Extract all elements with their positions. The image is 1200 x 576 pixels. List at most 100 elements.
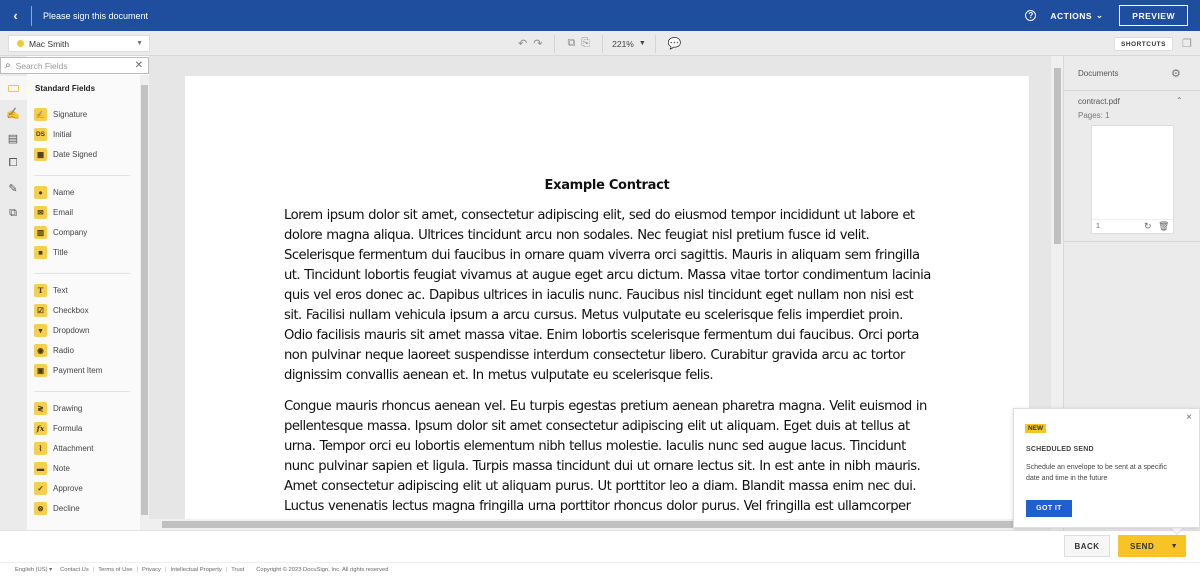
footer-link-trust[interactable]: Trust bbox=[231, 567, 244, 573]
back-button[interactable]: ‹ bbox=[0, 5, 32, 26]
field-email[interactable]: ✉ Email bbox=[34, 206, 73, 219]
send-button[interactable]: SEND ▼ bbox=[1118, 535, 1186, 557]
field-formula[interactable]: fx Formula bbox=[34, 422, 82, 435]
divider bbox=[1064, 90, 1200, 91]
field-label: Attachment bbox=[53, 444, 94, 453]
group-divider bbox=[34, 273, 130, 274]
tabs-group-icon[interactable]: ▤ bbox=[6, 131, 20, 145]
canvas-horizontal-scrollbar[interactable] bbox=[149, 519, 1014, 530]
language-select[interactable]: English (US) ▾ bbox=[15, 567, 52, 573]
scrollbar-thumb[interactable] bbox=[141, 85, 148, 515]
field-label: Dropdown bbox=[53, 326, 90, 335]
page-thumbnail[interactable]: 1 ↻ 🗑 bbox=[1091, 125, 1174, 234]
documents-heading: Documents bbox=[1078, 69, 1119, 78]
field-name[interactable]: ● Name bbox=[34, 186, 74, 199]
custom-fields-icon[interactable]: ⧉ bbox=[6, 206, 20, 220]
field-dropdown[interactable]: ▾ Dropdown bbox=[34, 324, 89, 337]
separator: | bbox=[225, 566, 228, 573]
field-label: Payment Item bbox=[53, 366, 103, 375]
field-text[interactable]: T Text bbox=[34, 284, 68, 297]
preview-button[interactable]: PREVIEW bbox=[1119, 5, 1188, 26]
new-badge: NEW bbox=[1025, 424, 1047, 433]
note-icon: ▬ bbox=[34, 462, 47, 475]
clear-search-icon[interactable]: ✕ bbox=[135, 60, 143, 71]
fields-panel-scrollbar[interactable] bbox=[140, 75, 149, 530]
recipient-select[interactable]: Mac Smith ▼ bbox=[8, 35, 150, 52]
field-decline[interactable]: ⊗ Decline bbox=[34, 502, 80, 515]
search-fields-input[interactable]: ⌕ Search Fields ✕ bbox=[0, 57, 149, 74]
field-checkbox[interactable]: ☑ Checkbox bbox=[34, 304, 89, 317]
field-label: Note bbox=[53, 464, 70, 473]
top-bar: ‹ Please sign this document ? ACTIONS ⌄ … bbox=[0, 0, 1200, 31]
field-radio[interactable]: ◉ Radio bbox=[34, 344, 74, 357]
toolbar-divider bbox=[602, 34, 604, 53]
briefcase-icon: ■ bbox=[34, 246, 47, 259]
zoom-level: 221% bbox=[612, 38, 634, 49]
field-company[interactable]: ▥ Company bbox=[34, 226, 87, 239]
footer-link-terms[interactable]: Terms of Use bbox=[98, 567, 132, 573]
field-signature[interactable]: ✍ Signature bbox=[34, 108, 87, 121]
popover-title: SCHEDULED SEND bbox=[1026, 446, 1094, 453]
editor-toolbar: Mac Smith ▼ ↶ ↷ ⧉ ⎘ 221% ▼ 💬 SHORTCUTS ❐ bbox=[0, 31, 1200, 56]
thumbnail-page-number: 1 bbox=[1096, 223, 1100, 230]
caret-down-icon: ▼ bbox=[638, 40, 646, 47]
language-label: English (US) bbox=[15, 566, 48, 573]
standard-fields-heading: Standard Fields bbox=[35, 84, 96, 93]
chevron-down-icon: ⌄ bbox=[1096, 11, 1104, 20]
send-label: SEND bbox=[1130, 541, 1155, 551]
footer: English (US) ▾ Contact Us | Terms of Use… bbox=[0, 562, 1200, 576]
scrollbar-thumb[interactable] bbox=[162, 521, 1013, 528]
field-label: Text bbox=[53, 286, 68, 295]
redo-icon[interactable]: ↷ bbox=[533, 37, 542, 50]
field-payment-item[interactable]: ▣ Payment Item bbox=[34, 364, 102, 377]
popover-body: Schedule an envelope to be sent at a spe… bbox=[1026, 464, 1167, 482]
zoom-select[interactable]: 221% ▼ bbox=[612, 39, 646, 49]
trash-icon[interactable]: 🗑 bbox=[1158, 221, 1169, 232]
documents-toggle-icon[interactable]: ❐ bbox=[1182, 37, 1192, 50]
divider bbox=[1064, 241, 1200, 242]
undo-icon[interactable]: ↶ bbox=[518, 37, 527, 50]
field-approve[interactable]: ✓ Approve bbox=[34, 482, 83, 495]
field-note[interactable]: ▬ Note bbox=[34, 462, 70, 475]
separator: | bbox=[92, 566, 95, 573]
paste-icon[interactable]: ⎘ bbox=[581, 37, 590, 50]
group-divider bbox=[34, 175, 130, 176]
pencil-icon[interactable]: ✎ bbox=[6, 181, 20, 195]
copy-icon[interactable]: ⧉ bbox=[567, 37, 575, 50]
field-label: Name bbox=[53, 188, 75, 197]
field-date-signed[interactable]: ▦ Date Signed bbox=[34, 148, 97, 161]
field-title[interactable]: ■ Title bbox=[34, 246, 68, 259]
gear-icon[interactable]: ⚙ bbox=[1171, 67, 1181, 80]
group-divider bbox=[34, 391, 130, 392]
field-label: Approve bbox=[53, 484, 83, 493]
field-drawing[interactable]: ≷ Drawing bbox=[34, 402, 82, 415]
field-initial[interactable]: DS Initial bbox=[34, 128, 72, 141]
thumbnail-footer: 1 ↻ 🗑 bbox=[1092, 219, 1173, 233]
scrollbar-thumb[interactable] bbox=[1054, 68, 1061, 244]
footer-link-ip[interactable]: Intellectual Property bbox=[170, 567, 221, 573]
chevron-left-icon: ‹ bbox=[13, 8, 18, 23]
shortcuts-button[interactable]: SHORTCUTS bbox=[1114, 37, 1173, 51]
field-attachment[interactable]: ⌇ Attachment bbox=[34, 442, 93, 455]
back-button[interactable]: BACK bbox=[1064, 535, 1110, 557]
send-options-caret-icon[interactable]: ▼ bbox=[1171, 543, 1178, 550]
recipient-fields-icon[interactable]: ⧠ bbox=[6, 156, 20, 170]
document-file-name[interactable]: contract.pdf bbox=[1078, 97, 1120, 106]
field-label: Email bbox=[53, 208, 74, 217]
person-icon: ● bbox=[34, 186, 47, 199]
footer-link-contact[interactable]: Contact Us bbox=[60, 567, 89, 573]
add-comment-icon[interactable]: 💬 bbox=[668, 37, 682, 50]
actions-menu-button[interactable]: ACTIONS ⌄ bbox=[1050, 11, 1103, 21]
standard-fields-icon[interactable] bbox=[6, 81, 20, 95]
close-icon[interactable]: × bbox=[1186, 412, 1192, 423]
got-it-button[interactable]: GOT IT bbox=[1026, 500, 1072, 517]
initial-icon: DS bbox=[34, 128, 47, 141]
help-circle-icon[interactable]: ? bbox=[1025, 10, 1037, 21]
chevron-up-icon[interactable]: ⌃ bbox=[1176, 96, 1183, 105]
payment-icon: ▣ bbox=[34, 364, 47, 377]
signature-fields-icon[interactable]: ✍ bbox=[6, 106, 20, 120]
rotate-icon[interactable]: ↻ bbox=[1144, 221, 1152, 232]
email-icon: ✉ bbox=[34, 206, 47, 219]
field-label: Signature bbox=[53, 110, 88, 119]
footer-link-privacy[interactable]: Privacy bbox=[142, 567, 161, 573]
